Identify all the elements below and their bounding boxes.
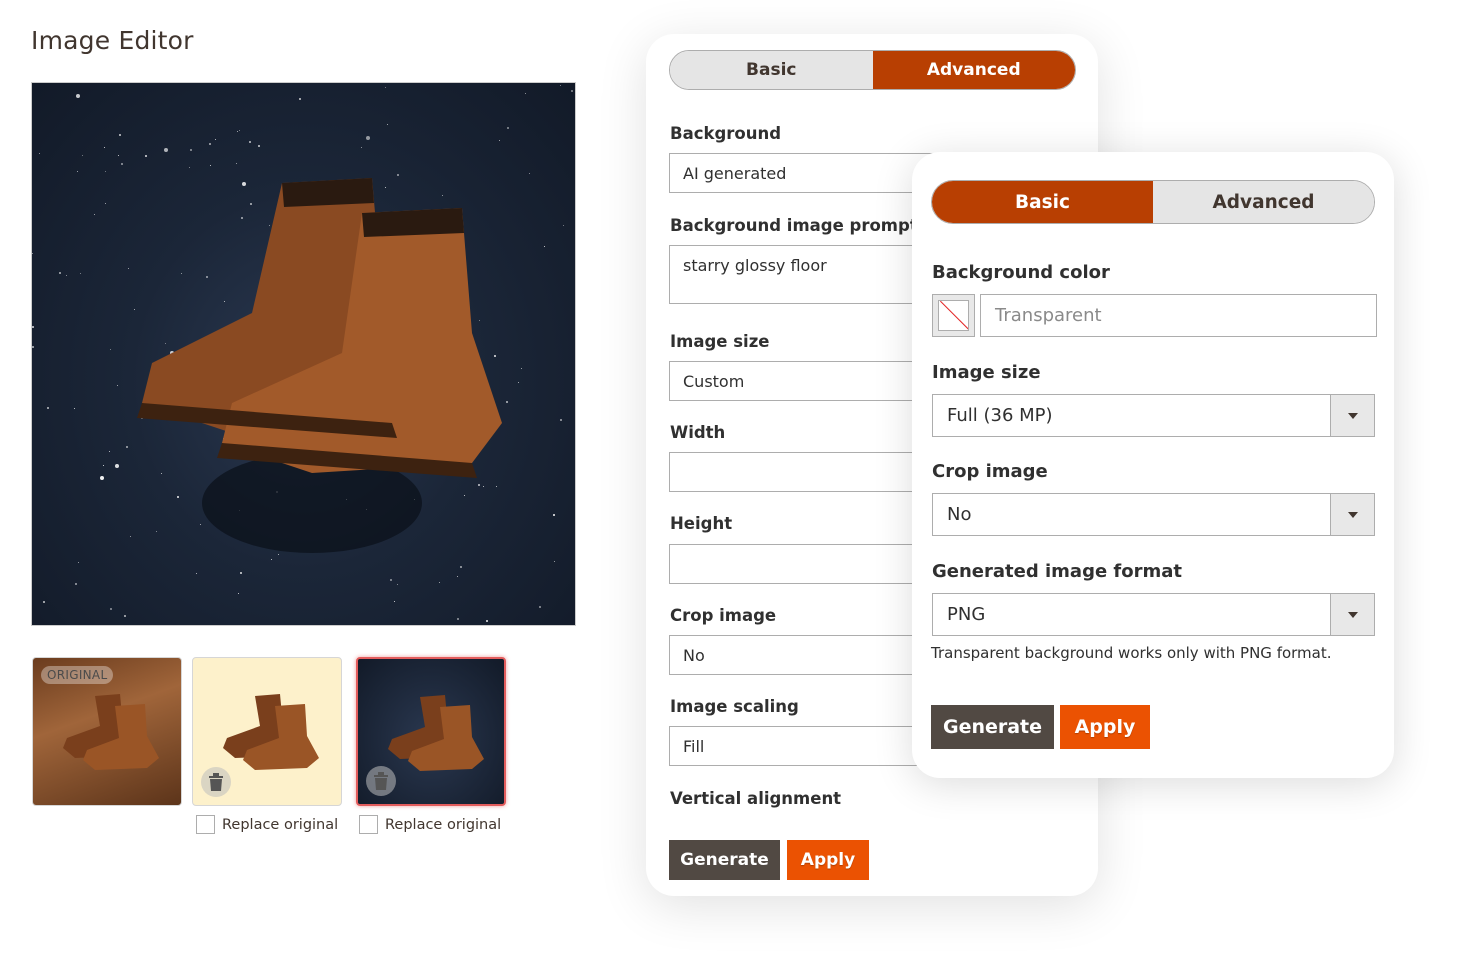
replace-original-checkbox[interactable]: Replace original xyxy=(196,815,338,834)
crop-value: No xyxy=(947,504,972,525)
checkbox[interactable] xyxy=(359,815,378,834)
background-color-label: Background color xyxy=(932,262,1110,283)
chevron-down-icon xyxy=(1347,511,1358,518)
starfield-background xyxy=(32,83,575,625)
tab-advanced[interactable]: Advanced xyxy=(872,51,1075,89)
mode-toggle: Basic Advanced xyxy=(931,180,1375,224)
replace-original-label: Replace original xyxy=(222,816,339,833)
apply-button[interactable]: Apply xyxy=(1060,705,1150,749)
background-color-input[interactable]: Transparent xyxy=(980,294,1377,337)
trash-icon xyxy=(209,773,223,791)
thumbnail-starry-background[interactable] xyxy=(356,657,506,806)
crop-label: Crop image xyxy=(670,606,777,625)
thumbnail-original[interactable]: ORIGINAL xyxy=(32,657,182,806)
replace-original-checkbox[interactable]: Replace original xyxy=(359,815,501,834)
prompt-label: Background image prompt xyxy=(670,216,918,235)
image-size-value: Full (36 MP) xyxy=(947,405,1053,426)
color-swatch-button[interactable] xyxy=(932,294,975,337)
boots-thumbnail-image xyxy=(223,694,319,770)
image-size-label: Image size xyxy=(932,362,1041,383)
generate-button[interactable]: Generate xyxy=(931,705,1054,749)
page-title: Image Editor xyxy=(31,26,194,55)
original-badge: ORIGINAL xyxy=(41,666,114,684)
height-label: Height xyxy=(670,514,733,533)
chevron-down-icon xyxy=(1347,412,1358,419)
apply-button[interactable]: Apply xyxy=(787,840,869,880)
dropdown-button[interactable] xyxy=(1330,594,1374,635)
crop-label: Crop image xyxy=(932,461,1048,482)
vertical-alignment-label: Vertical alignment xyxy=(670,789,842,808)
generate-button[interactable]: Generate xyxy=(669,840,780,880)
tab-basic[interactable]: Basic xyxy=(670,51,873,89)
background-label: Background xyxy=(670,124,782,143)
boots-thumbnail-image xyxy=(63,694,159,770)
scaling-label: Image scaling xyxy=(670,697,799,716)
delete-button[interactable] xyxy=(366,766,396,796)
width-label: Width xyxy=(670,423,726,442)
format-label: Generated image format xyxy=(932,561,1183,582)
transparent-swatch-icon xyxy=(938,300,969,331)
crop-select[interactable]: No xyxy=(932,493,1375,536)
delete-button[interactable] xyxy=(201,767,231,797)
boots-image xyxy=(137,178,502,553)
basic-settings-panel: Basic Advanced Background color Transpar… xyxy=(912,152,1394,778)
image-size-select[interactable]: Full (36 MP) xyxy=(932,394,1375,437)
chevron-down-icon xyxy=(1347,611,1358,618)
format-value: PNG xyxy=(947,604,986,625)
image-size-label: Image size xyxy=(670,332,770,351)
format-select[interactable]: PNG xyxy=(932,593,1375,636)
boots-thumbnail-image xyxy=(388,695,484,771)
dropdown-button[interactable] xyxy=(1330,395,1374,436)
checkbox[interactable] xyxy=(196,815,215,834)
trash-icon xyxy=(374,772,388,790)
tab-advanced[interactable]: Advanced xyxy=(1153,181,1374,223)
format-note: Transparent background works only with P… xyxy=(931,644,1332,662)
dropdown-button[interactable] xyxy=(1330,494,1374,535)
thumbnail-cream-background[interactable] xyxy=(192,657,342,806)
replace-original-label: Replace original xyxy=(385,816,502,833)
mode-toggle: Basic Advanced xyxy=(669,50,1076,90)
main-image-preview xyxy=(31,82,576,626)
tab-basic[interactable]: Basic xyxy=(932,181,1153,223)
